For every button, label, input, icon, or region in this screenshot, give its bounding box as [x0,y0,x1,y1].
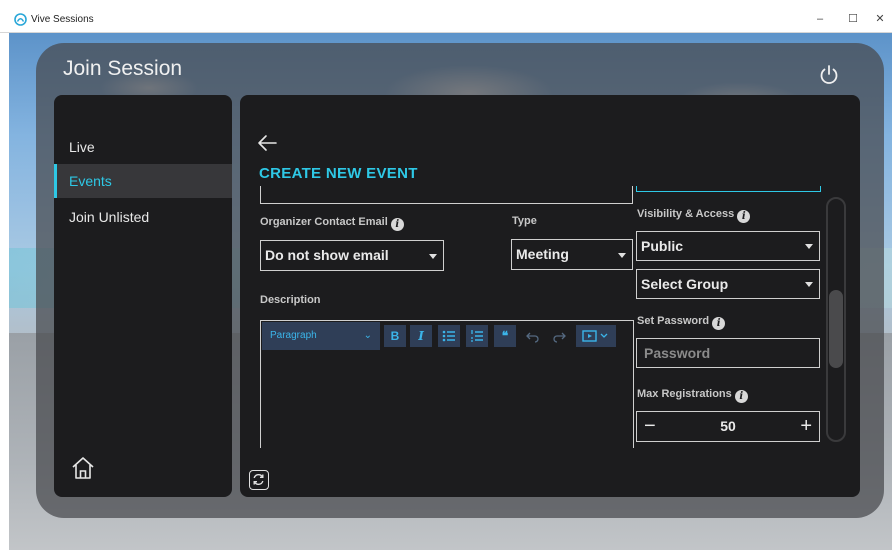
create-event-heading: CREATE NEW EVENT [259,165,418,182]
event-date-field[interactable] [636,186,821,192]
organizer-email-label: Organizer Contact Email i [260,216,404,231]
page-title: Join Session [63,57,183,80]
bulleted-list-button[interactable] [438,325,460,347]
info-icon[interactable]: i [712,317,726,330]
chevron-down-icon [805,244,813,249]
visibility-select[interactable]: Public [636,231,820,261]
password-input[interactable]: Password [636,338,820,368]
decrement-button[interactable]: − [644,412,656,440]
numbered-list-button[interactable] [466,325,488,347]
media-embed-button[interactable] [576,325,616,347]
italic-button[interactable]: I [410,325,432,347]
max-registrations-value: 50 [720,418,736,434]
maximize-button[interactable]: ☐ [845,11,861,27]
chevron-down-icon: ⌄ [363,330,372,341]
info-icon[interactable]: i [737,210,751,223]
info-icon[interactable]: i [390,218,404,231]
close-button[interactable]: ✕ [872,11,888,27]
sidebar: Live Events Join Unlisted [54,95,232,497]
sidebar-item-events[interactable]: Events [54,164,232,198]
increment-button[interactable]: + [800,412,812,440]
numbered-list-icon [471,330,483,342]
blockquote-button[interactable]: ❝ [494,325,516,347]
password-label: Set Password i [637,315,726,330]
bulleted-list-icon [442,330,455,342]
window-title: Vive Sessions [31,14,94,25]
editor-toolbar: Paragraph ⌄ B I ❝ [262,322,632,350]
event-name-field[interactable] [260,186,633,204]
vive-app-icon [14,13,27,26]
type-select[interactable]: Meeting [511,239,633,270]
visibility-label: Visibility & Access i [637,208,751,223]
back-arrow-icon[interactable] [256,133,278,153]
max-registrations-label: Max Registrations i [637,388,748,403]
undo-icon [526,332,539,343]
chevron-down-icon [618,252,626,258]
paragraph-style-select[interactable]: Paragraph ⌄ [262,322,380,350]
window-titlebar: Vive Sessions – ☐ ✕ [0,0,892,33]
undo-button[interactable] [522,325,544,347]
max-registrations-stepper[interactable]: 50 − + [636,411,820,442]
media-embed-icon [582,330,608,342]
sidebar-item-live[interactable]: Live [54,130,232,164]
type-label: Type [512,215,537,227]
description-label: Description [260,294,321,306]
refresh-icon[interactable] [249,470,269,490]
bold-button[interactable]: B [384,325,406,347]
redo-button[interactable] [548,325,570,347]
chevron-down-icon [429,253,437,259]
sidebar-item-join-unlisted[interactable]: Join Unlisted [54,200,232,234]
scrollbar-thumb[interactable] [829,290,843,368]
organizer-email-select[interactable]: Do not show email [260,240,444,271]
chevron-down-icon [805,282,813,287]
home-icon[interactable] [70,455,96,481]
minimize-button[interactable]: – [812,11,828,27]
group-select[interactable]: Select Group [636,269,820,299]
power-icon[interactable] [818,64,840,86]
info-icon[interactable]: i [734,390,748,403]
refresh-glyph [253,473,264,486]
redo-icon [553,332,566,343]
